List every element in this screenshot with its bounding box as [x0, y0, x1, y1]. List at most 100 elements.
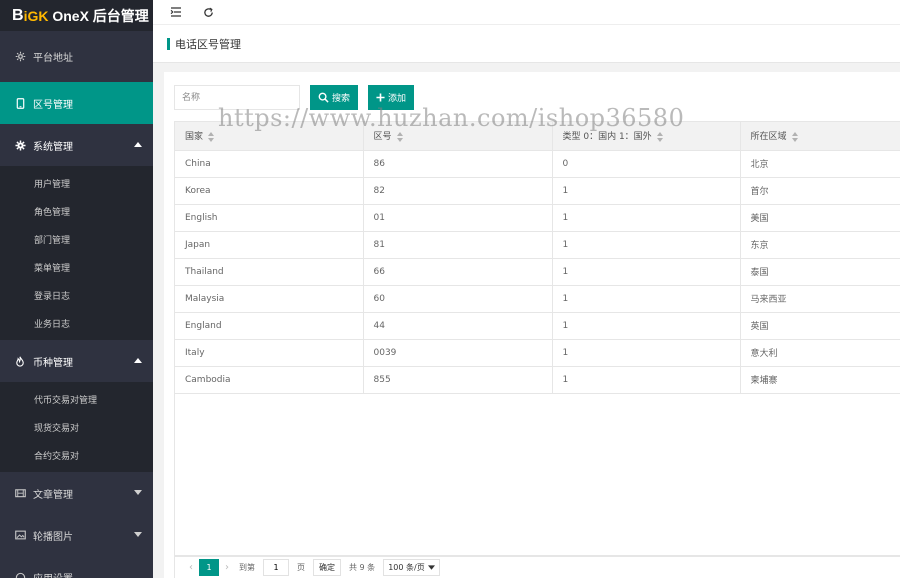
- cell-area-code: 01: [363, 204, 553, 232]
- chevron-down-icon: [427, 565, 435, 570]
- column-header-label: 类型 0：国内 1：国外: [562, 132, 652, 143]
- cell-region: 首尔: [740, 177, 900, 205]
- sidebar: BiGK OneX 后台管理 平台地址 区号管理 系统管理 用户管理 角色管理 …: [0, 0, 153, 578]
- sidebar-subitem-departments[interactable]: 部门管理: [0, 225, 153, 253]
- goto-label: 到第: [239, 563, 255, 572]
- current-page[interactable]: 1: [199, 559, 219, 576]
- per-page-select[interactable]: 100 条/页: [383, 559, 440, 576]
- column-header-label: 国家: [185, 132, 204, 143]
- table-header-row: 国家 区号 类型 0：国内 1：国外 所在区域: [175, 122, 900, 151]
- page-unit-label: 页: [297, 563, 305, 572]
- column-header-region[interactable]: 所在区域: [740, 122, 900, 151]
- cell-region: 英国: [740, 312, 900, 340]
- cell-region: 意大利: [740, 339, 900, 367]
- column-header-country[interactable]: 国家: [175, 122, 364, 151]
- cell-type: 1: [552, 231, 741, 259]
- sidebar-item-label: 文章管理: [33, 489, 73, 501]
- sidebar-item-label: 区号管理: [33, 99, 73, 111]
- goto-page-input[interactable]: [263, 559, 289, 576]
- table-row[interactable]: English 01 1 美国: [175, 204, 900, 232]
- sort-icon[interactable]: [396, 131, 404, 142]
- search-input[interactable]: [174, 85, 300, 110]
- add-button-label: 添加: [388, 94, 407, 104]
- search-button-label: 搜索: [332, 94, 351, 104]
- cell-country: Malaysia: [175, 285, 364, 313]
- article-icon: [14, 487, 26, 499]
- sidebar-subitem-spot-pairs[interactable]: 现货交易对: [0, 413, 153, 441]
- page-title: 电话区号管理: [175, 37, 241, 51]
- logo-gk: iGK: [23, 7, 49, 24]
- breadcrumb: 电话区号管理: [153, 25, 900, 63]
- sidebar-subitem-menus[interactable]: 菜单管理: [0, 253, 153, 281]
- sidebar-item-article[interactable]: 文章管理: [0, 472, 153, 514]
- phone-icon: [14, 97, 26, 109]
- add-button[interactable]: 添加: [368, 85, 415, 110]
- cog-icon: [14, 139, 26, 151]
- sidebar-subitem-login-log[interactable]: 登录日志: [0, 281, 153, 309]
- sort-icon[interactable]: [791, 131, 799, 142]
- sort-icon[interactable]: [656, 131, 664, 142]
- next-page-icon[interactable]: ›: [225, 562, 229, 573]
- cell-country: Korea: [175, 177, 364, 205]
- cell-country: Italy: [175, 339, 364, 367]
- cell-type: 1: [552, 177, 741, 205]
- cell-country: English: [175, 204, 364, 232]
- sidebar-item-carousel[interactable]: 轮播图片: [0, 514, 153, 556]
- cell-type: 0: [552, 150, 741, 178]
- chevron-up-icon: [134, 142, 142, 147]
- sort-icon[interactable]: [208, 131, 215, 142]
- sidebar-subitem-contract-pairs[interactable]: 合约交易对: [0, 441, 153, 469]
- sidebar-item-label: 应用设置: [33, 570, 73, 578]
- total-count: 共 9 条: [349, 563, 376, 572]
- cell-type: 1: [552, 339, 741, 367]
- cell-area-code: 855: [363, 366, 553, 394]
- content-card: 搜索 添加 国家 区号 类型 0：国内 1：国外 所在区域 China860北京…: [164, 72, 900, 578]
- cell-type: 1: [552, 312, 741, 340]
- sidebar-subitem-roles[interactable]: 角色管理: [0, 197, 153, 225]
- table-row[interactable]: England 44 1 英国: [175, 312, 900, 340]
- sidebar-item-platform[interactable]: 平台地址: [0, 31, 153, 82]
- search-button[interactable]: 搜索: [310, 85, 359, 110]
- prev-page-icon[interactable]: ‹: [189, 562, 193, 573]
- cell-area-code: 82: [363, 177, 553, 205]
- cell-type: 1: [552, 258, 741, 286]
- logo[interactable]: BiGK OneX 后台管理: [0, 0, 153, 31]
- sidebar-subitem-token-pairs[interactable]: 代币交易对管理: [0, 385, 153, 413]
- cell-country: China: [175, 150, 364, 178]
- sidebar-item-system[interactable]: 系统管理: [0, 124, 153, 166]
- column-header-label: 所在区域: [750, 132, 787, 143]
- logo-text: OneX 后台管理: [48, 7, 149, 24]
- cell-type: 1: [552, 366, 741, 394]
- cell-area-code: 0039: [363, 339, 553, 367]
- table-row[interactable]: Cambodia 855 1 柬埔寨: [175, 366, 900, 394]
- table-row[interactable]: Malaysia 60 1 马来西亚: [175, 285, 900, 313]
- cell-area-code: 66: [363, 258, 553, 286]
- table-row[interactable]: Italy 0039 1 意大利: [175, 339, 900, 367]
- sidebar-item-label: 系统管理: [33, 141, 73, 153]
- cell-country: England: [175, 312, 364, 340]
- table-row[interactable]: Korea 82 1 首尔: [175, 177, 900, 205]
- sidebar-item-currency[interactable]: 币种管理: [0, 340, 153, 382]
- table-row[interactable]: Japan 81 1 东京: [175, 231, 900, 259]
- sidebar-item-app-settings[interactable]: 应用设置: [0, 556, 153, 578]
- column-header-type[interactable]: 类型 0：国内 1：国外: [552, 122, 741, 151]
- toolbar: 搜索 添加: [174, 85, 415, 110]
- column-header-area-code[interactable]: 区号: [363, 122, 553, 151]
- top-bar: [153, 0, 900, 25]
- menu-toggle-icon[interactable]: [169, 5, 183, 19]
- cell-region: 美国: [740, 204, 900, 232]
- table-row[interactable]: Thailand 66 1 泰国: [175, 258, 900, 286]
- cell-region: 柬埔寨: [740, 366, 900, 394]
- sidebar-subitem-business-log[interactable]: 业务日志: [0, 309, 153, 337]
- cell-area-code: 81: [363, 231, 553, 259]
- refresh-icon[interactable]: [201, 5, 215, 19]
- confirm-button[interactable]: 确定: [313, 559, 341, 576]
- cell-region: 北京: [740, 150, 900, 178]
- cell-region: 马来西亚: [740, 285, 900, 313]
- table-row[interactable]: China 86 0 北京: [175, 150, 900, 178]
- sidebar-item-area-code[interactable]: 区号管理: [0, 82, 153, 124]
- sidebar-subitem-users[interactable]: 用户管理: [0, 169, 153, 197]
- cell-area-code: 86: [363, 150, 553, 178]
- title-marker: [167, 37, 170, 50]
- cell-region: 泰国: [740, 258, 900, 286]
